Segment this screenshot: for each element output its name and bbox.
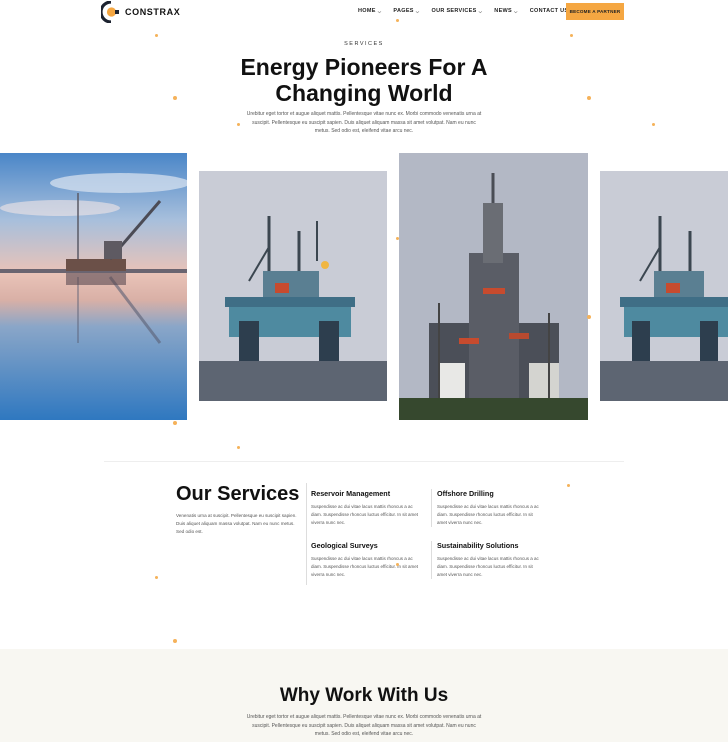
service-title: Sustainability Solutions [437, 541, 519, 550]
decor-dot [237, 446, 240, 449]
decor-dot [173, 421, 177, 425]
nav-item-home[interactable]: HOME ⌵ [358, 8, 381, 14]
nav-item-our-services[interactable]: OUR SERVICES ⌵ [432, 8, 483, 14]
service-title: Geological Surveys [311, 541, 378, 550]
service-text: Suspendisse ac dui vitae lacus mattis rh… [437, 504, 539, 525]
decor-dot [237, 123, 240, 126]
chevron-down-icon: ⌵ [514, 8, 518, 14]
section-eyebrow: SERVICES [344, 41, 384, 47]
decor-dot [396, 237, 399, 240]
brand-name: CONSTRAX [125, 7, 181, 17]
service-title: Reservoir Management [311, 489, 391, 498]
service-text: Suspendisse ac dui vitae lacus mattis rh… [311, 556, 418, 577]
decor-dot [173, 96, 177, 100]
services-vertical-divider [306, 483, 307, 585]
nav-item-label: HOME [358, 8, 376, 14]
nav-item-news[interactable]: NEWS ⌵ [494, 8, 517, 14]
services-description: Venenatis urna at suscipit. Pellentesque… [176, 513, 297, 534]
offshore-rig-image-2 [600, 171, 728, 401]
crane-harbor-image [0, 153, 187, 420]
service-title: Offshore Drilling [437, 489, 494, 498]
service-text: Suspendisse ac dui vitae lacus mattis rh… [311, 504, 418, 525]
chevron-down-icon: ⌵ [478, 8, 483, 14]
nav-item-label: CONTACT US [529, 8, 569, 14]
service-card-sustainability[interactable]: Sustainability Solutions Suspendisse ac … [431, 541, 543, 579]
decor-dot [396, 563, 399, 566]
decor-dot [587, 315, 591, 319]
nav-item-label: NEWS [494, 8, 512, 14]
decor-dot [570, 34, 573, 37]
site-header: CONSTRAX HOME ⌵ PAGES ⌵ OUR SERVICES ⌵ N… [0, 0, 728, 26]
refinery-plant-image [399, 153, 588, 420]
nav-item-label: OUR SERVICES [431, 8, 477, 14]
logo-gear-icon [99, 0, 121, 24]
become-partner-button[interactable]: BECOME A PARTNER [566, 3, 624, 20]
decor-dot [587, 96, 591, 100]
why-description: Urebitur eget tortor et augue aliquet ma… [246, 714, 482, 737]
decor-dot [652, 123, 655, 126]
services-title: Our Services [176, 483, 300, 505]
service-card-reservoir[interactable]: Reservoir Management Suspendisse ac dui … [311, 489, 423, 527]
chevron-down-icon: ⌵ [415, 8, 420, 14]
decor-dot [155, 576, 158, 579]
hero-title: Energy Pioneers For A Changing World [240, 54, 488, 106]
main-nav: HOME ⌵ PAGES ⌵ OUR SERVICES ⌵ NEWS ⌵ CON… [358, 8, 574, 14]
decor-dot [173, 639, 177, 643]
decor-dot [396, 19, 399, 22]
decor-dot [155, 34, 158, 37]
nav-item-label: PAGES [393, 8, 414, 14]
hero-description: Urebitur eget tortor et augue aliquet ma… [246, 111, 482, 134]
service-card-geological[interactable]: Geological Surveys Suspendisse ac dui vi… [311, 541, 423, 579]
service-text: Suspendisse ac dui vitae lacus mattis rh… [437, 556, 539, 577]
section-divider [104, 461, 624, 462]
chevron-down-icon: ⌵ [377, 8, 382, 14]
nav-item-pages[interactable]: PAGES ⌵ [393, 8, 419, 14]
offshore-rig-image [199, 171, 387, 401]
why-title: Why Work With Us [279, 685, 449, 706]
brand-logo[interactable]: CONSTRAX [99, 0, 181, 24]
service-card-offshore[interactable]: Offshore Drilling Suspendisse ac dui vit… [431, 489, 543, 527]
decor-dot [567, 484, 570, 487]
